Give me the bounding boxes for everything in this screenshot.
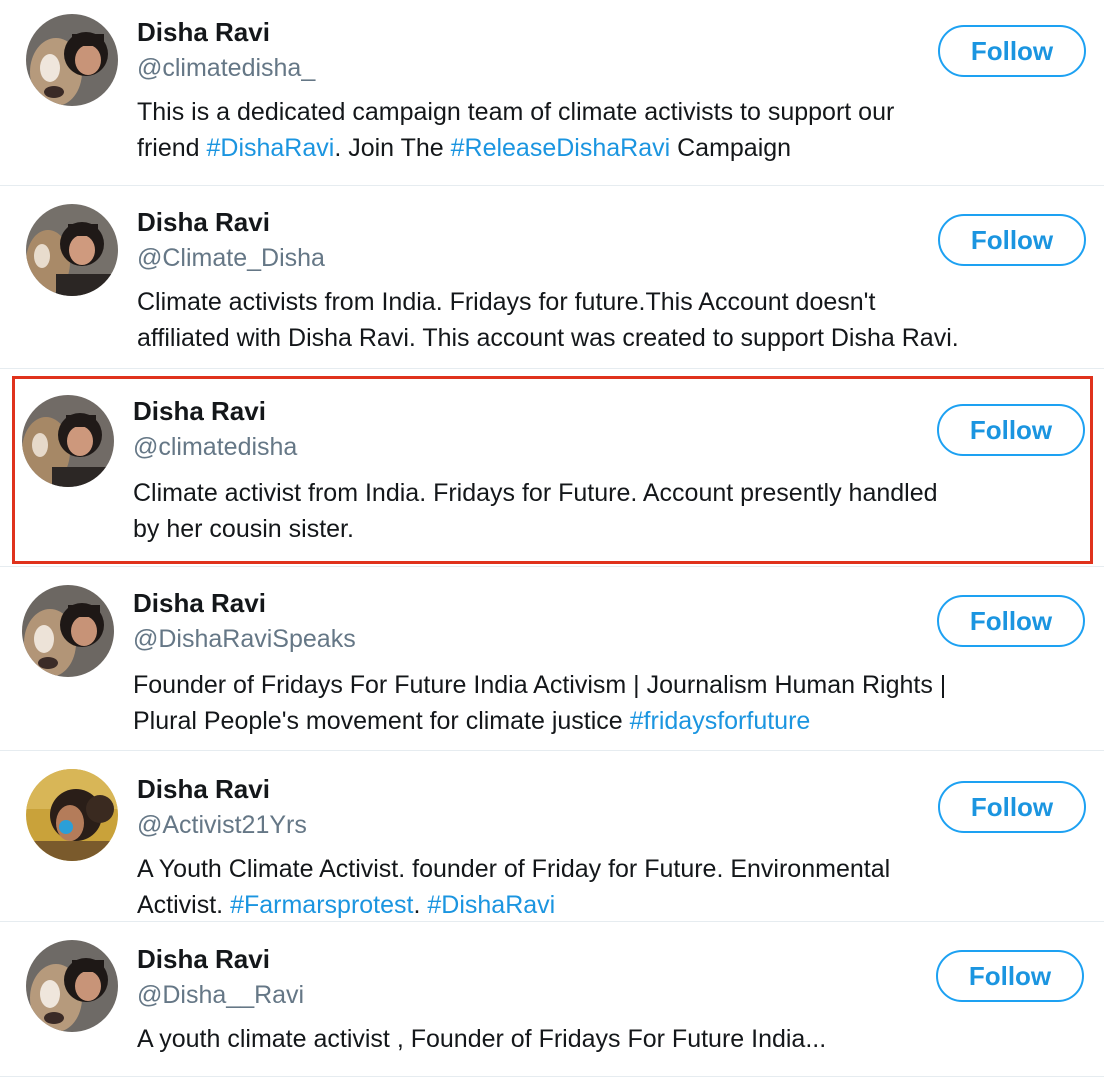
- avatar[interactable]: [26, 769, 118, 861]
- bio-line: Climate activist from India. Fridays for…: [133, 479, 938, 507]
- woman-with-dog-photo-icon: [26, 204, 118, 296]
- woman-with-face-paint-photo-icon: [26, 769, 118, 861]
- account-name[interactable]: Disha Ravi: [137, 773, 270, 805]
- woman-with-dog-photo-icon: [22, 585, 114, 677]
- account-card[interactable]: Disha Ravi @climatedisha Climate activis…: [0, 369, 1104, 567]
- bio-line: friend #DishaRavi. Join The #ReleaseDish…: [137, 134, 792, 162]
- woman-with-dog-photo-icon: [26, 940, 118, 1032]
- bio-line: affiliated with Disha Ravi. This account…: [137, 324, 959, 352]
- follow-button[interactable]: Follow: [936, 950, 1084, 1002]
- account-card[interactable]: Disha Ravi @climatedisha_ This is a dedi…: [0, 0, 1104, 186]
- woman-with-dog-photo-icon: [22, 395, 114, 487]
- account-card[interactable]: Disha Ravi @Disha__Ravi A youth climate …: [0, 922, 1104, 1077]
- follow-button[interactable]: Follow: [938, 214, 1086, 266]
- hashtag-link[interactable]: #DishaRavi: [206, 134, 334, 162]
- bio-line: Plural People's movement for climate jus…: [133, 707, 811, 735]
- account-card[interactable]: Disha Ravi @DishaRaviSpeaks Founder of F…: [0, 567, 1104, 751]
- account-name[interactable]: Disha Ravi: [137, 943, 270, 975]
- bio-line: Founder of Fridays For Future India Acti…: [133, 671, 947, 699]
- follow-button[interactable]: Follow: [937, 404, 1085, 456]
- bio-line: This is a dedicated campaign team of cli…: [137, 98, 895, 126]
- woman-with-dog-photo-icon: [26, 14, 118, 106]
- hashtag-link[interactable]: #DishaRavi: [427, 891, 555, 919]
- account-handle[interactable]: @Climate_Disha: [137, 242, 325, 274]
- account-bio: Climate activist from India. Fridays for…: [133, 475, 1083, 547]
- follow-button[interactable]: Follow: [937, 595, 1085, 647]
- hashtag-link[interactable]: #Farmarsprotest: [230, 891, 413, 919]
- bio-line: Climate activists from India. Fridays fo…: [137, 288, 876, 316]
- account-card[interactable]: Disha Ravi @Climate_Disha Climate activi…: [0, 186, 1104, 369]
- avatar[interactable]: [22, 585, 114, 677]
- avatar[interactable]: [26, 14, 118, 106]
- hashtag-link[interactable]: #ReleaseDishaRavi: [451, 134, 671, 162]
- account-card[interactable]: Disha Ravi @Activist21Yrs A Youth Climat…: [0, 751, 1104, 922]
- account-name[interactable]: Disha Ravi: [137, 206, 270, 238]
- account-handle[interactable]: @DishaRaviSpeaks: [133, 623, 356, 655]
- avatar[interactable]: [26, 940, 118, 1032]
- avatar[interactable]: [26, 204, 118, 296]
- hashtag-link[interactable]: #fridaysforfuture: [630, 707, 811, 735]
- account-handle[interactable]: @climatedisha: [133, 431, 297, 463]
- follow-button[interactable]: Follow: [938, 781, 1086, 833]
- avatar[interactable]: [22, 395, 114, 487]
- account-name[interactable]: Disha Ravi: [137, 16, 270, 48]
- account-name[interactable]: Disha Ravi: [133, 395, 266, 427]
- account-name[interactable]: Disha Ravi: [133, 587, 266, 619]
- bio-line: by her cousin sister.: [133, 515, 354, 543]
- account-handle[interactable]: @Activist21Yrs: [137, 809, 307, 841]
- account-bio: A Youth Climate Activist. founder of Fri…: [137, 851, 1087, 923]
- account-bio: This is a dedicated campaign team of cli…: [137, 94, 1087, 166]
- account-handle[interactable]: @climatedisha_: [137, 52, 315, 84]
- bio-line: Activist. #Farmarsprotest. #DishaRavi: [137, 891, 556, 919]
- bio-line: A youth climate activist , Founder of Fr…: [137, 1025, 827, 1053]
- follow-button[interactable]: Follow: [938, 25, 1086, 77]
- account-handle[interactable]: @Disha__Ravi: [137, 979, 304, 1011]
- bio-line: A Youth Climate Activist. founder of Fri…: [137, 855, 891, 883]
- account-bio: Climate activists from India. Fridays fo…: [137, 284, 1087, 356]
- account-bio: Founder of Fridays For Future India Acti…: [133, 667, 1083, 739]
- account-bio: A youth climate activist , Founder of Fr…: [137, 1021, 1087, 1057]
